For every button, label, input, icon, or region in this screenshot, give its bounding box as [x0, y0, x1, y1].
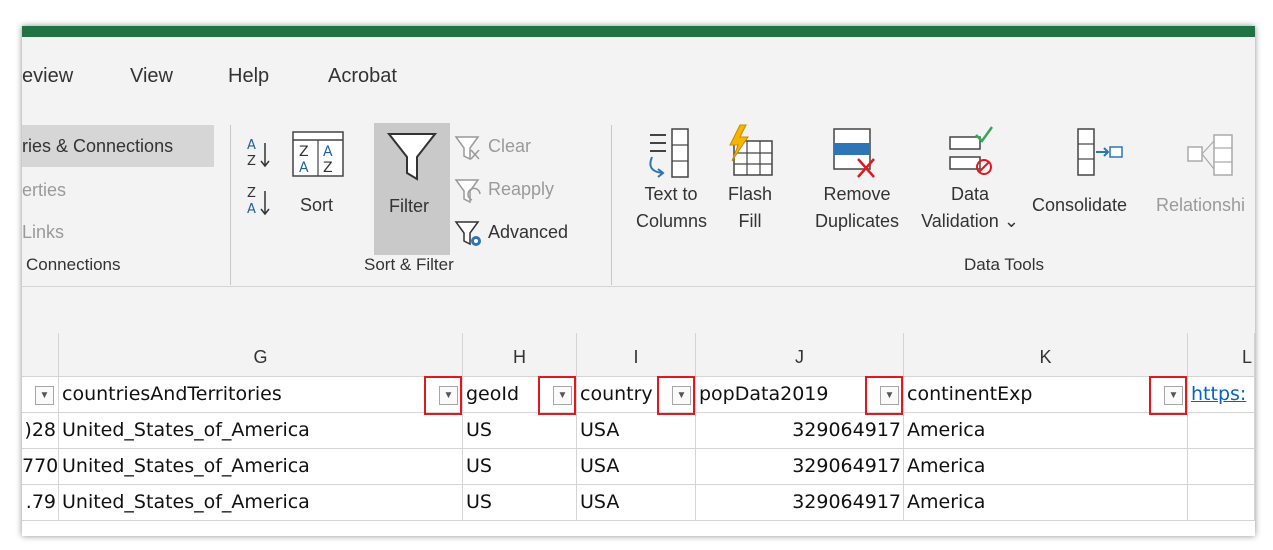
- table-cell[interactable]: United_States_of_America: [59, 485, 463, 521]
- highlight-box-j: [865, 376, 903, 415]
- relationships-button[interactable]: Relationshi: [1156, 192, 1245, 219]
- sort-dialog-icon[interactable]: Z A A Z: [292, 131, 344, 177]
- table-cell[interactable]: [1188, 413, 1255, 449]
- flash-fill-icon: [729, 124, 773, 176]
- table-cell[interactable]: US: [463, 485, 577, 521]
- sort-z-to-a-icon[interactable]: Z A: [246, 183, 272, 219]
- table-cell[interactable]: 329064917: [696, 449, 904, 485]
- table-cell[interactable]: 770: [22, 449, 59, 485]
- table-cell[interactable]: America: [904, 485, 1188, 521]
- table-cell[interactable]: 329064917: [696, 413, 904, 449]
- table-cell[interactable]: [1188, 485, 1255, 521]
- sort-button[interactable]: Sort: [300, 192, 333, 219]
- table-cell[interactable]: 329064917: [696, 485, 904, 521]
- tab-help[interactable]: Help: [228, 65, 269, 88]
- column-header-j[interactable]: J: [696, 333, 904, 377]
- svg-text:Z: Z: [247, 154, 256, 169]
- table-cell[interactable]: US: [463, 413, 577, 449]
- connections-group-label: Connections: [26, 255, 121, 274]
- tab-review[interactable]: eview: [22, 65, 73, 88]
- table-cell[interactable]: )28: [22, 413, 59, 449]
- svg-text:Z: Z: [323, 160, 333, 176]
- text-to-columns-icon: [649, 128, 689, 178]
- excel-window: eview View Help Acrobat ries & Connectio…: [22, 26, 1255, 536]
- filter-funnel-icon: [387, 133, 437, 181]
- highlight-box-k: [1149, 376, 1187, 415]
- group-divider: [611, 125, 612, 285]
- consolidate-button[interactable]: Consolidate: [1032, 192, 1127, 219]
- svg-text:A: A: [299, 160, 309, 176]
- column-header-k[interactable]: K: [904, 333, 1188, 377]
- relationships-icon: [1187, 134, 1233, 176]
- advanced-filter-icon: [454, 221, 481, 246]
- column-header-i[interactable]: I: [577, 333, 696, 377]
- table-cell[interactable]: United_States_of_America: [59, 449, 463, 485]
- highlight-box-h: [538, 376, 576, 415]
- tab-view[interactable]: View: [130, 65, 173, 88]
- header-cell-g[interactable]: countriesAndTerritories: [59, 377, 463, 413]
- data-validation-button[interactable]: Data Validation ⌄: [918, 181, 1022, 235]
- text-to-columns-button[interactable]: Text to Columns: [636, 181, 707, 235]
- column-header-f[interactable]: [22, 333, 59, 377]
- formula-area: [22, 287, 1255, 333]
- remove-duplicates-button[interactable]: Remove Duplicates: [812, 181, 902, 235]
- reapply-button[interactable]: Reapply: [488, 176, 554, 203]
- filter-label: Filter: [389, 196, 429, 216]
- edit-links-button[interactable]: Links: [22, 219, 64, 246]
- group-divider: [230, 125, 231, 285]
- flash-fill-button[interactable]: Flash Fill: [722, 181, 778, 235]
- remove-duplicates-icon: [833, 128, 875, 178]
- highlight-box-g: [424, 376, 462, 415]
- data-validation-icon: [949, 126, 994, 175]
- table-cell[interactable]: America: [904, 413, 1188, 449]
- title-bar-strip: [22, 26, 1255, 37]
- svg-text:A: A: [247, 202, 256, 217]
- highlight-box-i: [657, 376, 695, 415]
- table-cell[interactable]: USA: [577, 485, 696, 521]
- spreadsheet-grid: G H I J K L countriesAndTerritories geoI…: [22, 333, 1255, 536]
- sort-a-to-z-icon[interactable]: A Z: [246, 135, 272, 171]
- consolidate-icon: [1077, 128, 1123, 176]
- column-header-l[interactable]: L: [1188, 333, 1255, 377]
- queries-connections-label: ries & Connections: [22, 136, 174, 156]
- clear-filter-icon: [454, 136, 480, 161]
- reapply-icon: [454, 179, 481, 204]
- table-cell[interactable]: USA: [577, 449, 696, 485]
- column-header-g[interactable]: G: [59, 333, 463, 377]
- ribbon: eview View Help Acrobat ries & Connectio…: [22, 37, 1255, 287]
- table-cell[interactable]: .79: [22, 485, 59, 521]
- table-cell[interactable]: [1188, 449, 1255, 485]
- header-cell-l[interactable]: https:: [1188, 377, 1255, 413]
- sort-filter-group-label: Sort & Filter: [364, 255, 454, 274]
- table-cell[interactable]: US: [463, 449, 577, 485]
- table-cell[interactable]: United_States_of_America: [59, 413, 463, 449]
- properties-button[interactable]: erties: [22, 177, 66, 204]
- table-cell[interactable]: USA: [577, 413, 696, 449]
- svg-text:A: A: [323, 144, 333, 160]
- filter-dropdown-f[interactable]: ▼: [35, 386, 54, 405]
- table-cell[interactable]: America: [904, 449, 1188, 485]
- data-tools-group-label: Data Tools: [964, 255, 1045, 274]
- svg-text:Z: Z: [247, 186, 256, 201]
- header-cell-k[interactable]: continentExp: [904, 377, 1188, 413]
- clear-button[interactable]: Clear: [488, 133, 531, 160]
- svg-text:A: A: [247, 138, 256, 153]
- column-header-h[interactable]: H: [463, 333, 577, 377]
- svg-text:Z: Z: [299, 144, 309, 160]
- advanced-button[interactable]: Advanced: [488, 219, 568, 246]
- tab-acrobat[interactable]: Acrobat: [328, 65, 397, 88]
